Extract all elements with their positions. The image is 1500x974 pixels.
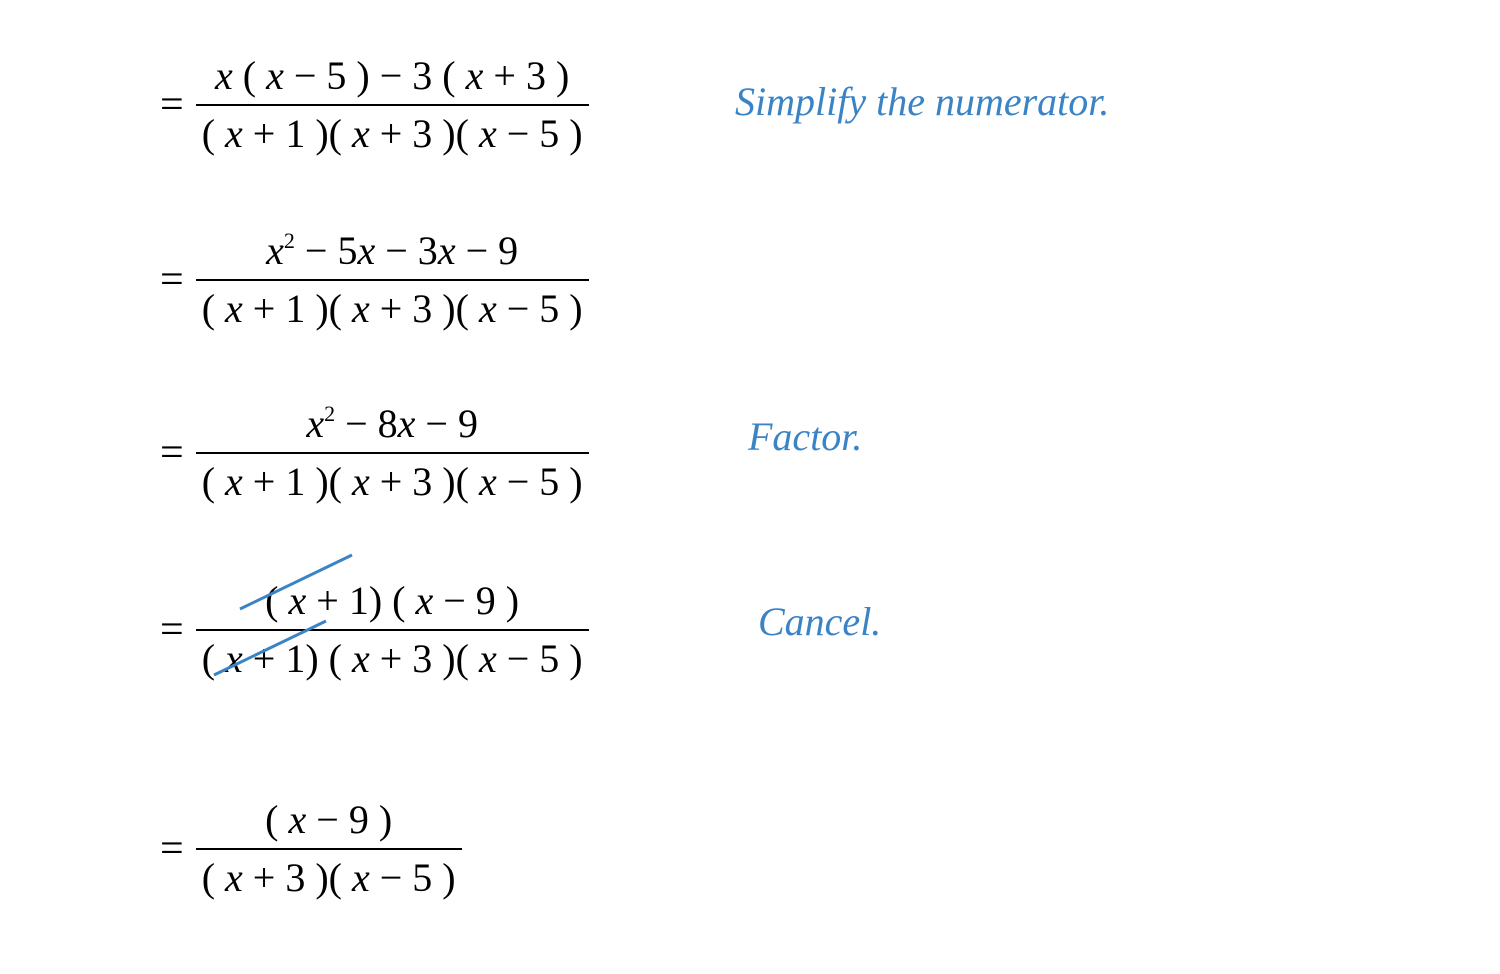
fraction-bar [196, 848, 462, 850]
annotation-factor: Factor. [748, 413, 862, 460]
numerator-step4: ( x + 1) ( x − 9 ) [259, 577, 525, 625]
fraction-bar [196, 452, 589, 454]
fraction-bar [196, 279, 589, 281]
fraction-step5: ( x − 9 ) ( x + 3 )( x − 5 ) [196, 796, 462, 902]
denominator-step3: ( x + 1 )( x + 3 )( x − 5 ) [196, 458, 589, 506]
denominator-step2: ( x + 1 )( x + 3 )( x − 5 ) [196, 285, 589, 333]
fraction-bar [196, 629, 589, 631]
denominator-step4: ( x + 1) ( x + 3 )( x − 5 ) [196, 635, 589, 683]
numerator-step3: x2 − 8x − 9 [300, 400, 484, 448]
fraction-bar [196, 104, 589, 106]
step-row-3: = x2 − 8x − 9 ( x + 1 )( x + 3 )( x − 5 … [160, 378, 589, 528]
step-row-4: = ( x + 1) ( x − 9 ) ( x + 1) ( x + 3 )(… [160, 555, 589, 705]
fraction-step2: x2 − 5x − 3x − 9 ( x + 1 )( x + 3 )( x −… [196, 227, 589, 333]
fraction-step3: x2 − 8x − 9 ( x + 1 )( x + 3 )( x − 5 ) [196, 400, 589, 506]
equals-sign: = [160, 609, 184, 651]
fraction-step1: x ( x − 5 ) − 3 ( x + 3 ) ( x + 1 )( x +… [196, 52, 589, 158]
equals-sign: = [160, 432, 184, 474]
annotation-cancel: Cancel. [758, 598, 881, 645]
numerator-step1: x ( x − 5 ) − 3 ( x + 3 ) [209, 52, 575, 100]
equals-sign: = [160, 828, 184, 870]
denominator-step5: ( x + 3 )( x − 5 ) [196, 854, 462, 902]
numerator-step5: ( x − 9 ) [259, 796, 398, 844]
equals-sign: = [160, 84, 184, 126]
annotation-simplify: Simplify the numerator. [735, 78, 1109, 125]
fraction-step4: ( x + 1) ( x − 9 ) ( x + 1) ( x + 3 )( x… [196, 577, 589, 683]
denominator-step1: ( x + 1 )( x + 3 )( x − 5 ) [196, 110, 589, 158]
step-row-5: = ( x − 9 ) ( x + 3 )( x − 5 ) [160, 774, 462, 924]
math-derivation-page: = x ( x − 5 ) − 3 ( x + 3 ) ( x + 1 )( x… [0, 0, 1500, 974]
step-row-2: = x2 − 5x − 3x − 9 ( x + 1 )( x + 3 )( x… [160, 205, 589, 355]
step-row-1: = x ( x − 5 ) − 3 ( x + 3 ) ( x + 1 )( x… [160, 30, 589, 180]
numerator-step2: x2 − 5x − 3x − 9 [260, 227, 524, 275]
equals-sign: = [160, 259, 184, 301]
